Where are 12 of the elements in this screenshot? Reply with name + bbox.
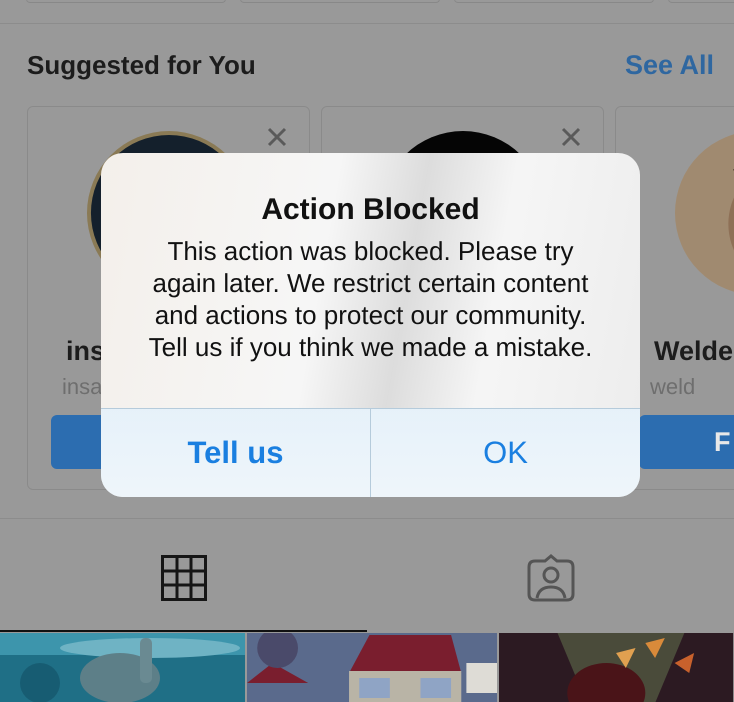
grid-icon — [160, 554, 206, 600]
dialog-button[interactable]: Tell us — [101, 409, 370, 497]
section-title: Suggested for You — [27, 50, 256, 80]
see-all-link[interactable]: See All — [624, 50, 714, 80]
dialog-message: This action was blocked. Please try again later. We restrict certain content and actions to protect our community. Tell us if you think we made a mistake. — [148, 235, 594, 363]
close-icon[interactable] — [561, 127, 581, 147]
dialog-title: Action Blocked — [261, 193, 480, 227]
close-icon[interactable] — [267, 127, 287, 147]
profile-name: Welde — [654, 336, 734, 368]
person-tag-icon — [526, 554, 574, 602]
follow-button[interactable]: F — [639, 415, 734, 469]
dialog-button[interactable]: OK — [370, 409, 640, 497]
